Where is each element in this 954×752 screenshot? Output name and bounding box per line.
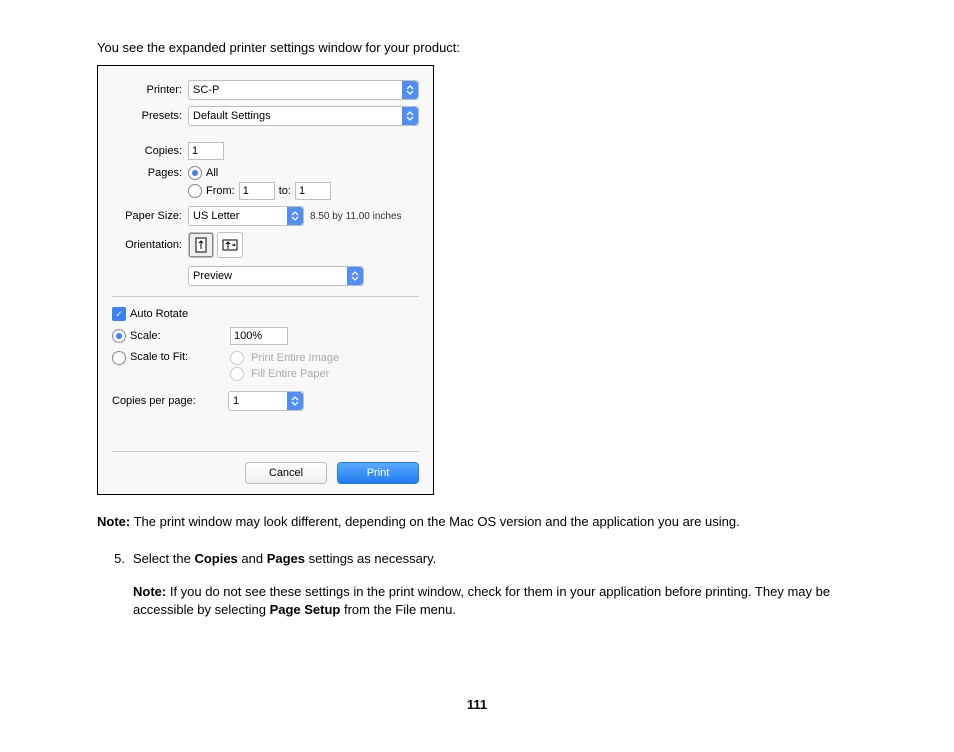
auto-rotate-checkbox[interactable]: ✓ — [112, 307, 126, 321]
papersize-info: 8.50 by 11.00 inches — [310, 211, 402, 222]
pages-from-radio[interactable] — [188, 184, 202, 198]
section-select[interactable]: Preview — [188, 266, 364, 286]
page-number: 111 — [97, 697, 857, 712]
chevron-updown-icon — [287, 392, 303, 410]
chevron-updown-icon — [402, 81, 418, 99]
presets-select[interactable]: Default Settings — [188, 106, 419, 126]
scale-label: Scale: — [130, 330, 230, 342]
fill-entire-paper-radio — [230, 367, 244, 381]
pages-from-label: From: — [206, 185, 235, 197]
print-button[interactable]: Print — [337, 462, 419, 484]
copies-label: Copies: — [112, 145, 182, 157]
scale-to-fit-label: Scale to Fit: — [130, 351, 230, 363]
pages-all-radio[interactable] — [188, 166, 202, 180]
pages-to-label: to: — [279, 185, 291, 197]
scale-radio[interactable] — [112, 329, 126, 343]
chevron-updown-icon — [287, 207, 303, 225]
step-number: 5. — [97, 549, 125, 637]
scale-input[interactable] — [230, 327, 288, 345]
papersize-select[interactable]: US Letter — [188, 206, 304, 226]
chevron-updown-icon — [402, 107, 418, 125]
auto-rotate-label: Auto Rotate — [130, 308, 188, 320]
pages-all-label: All — [206, 167, 218, 179]
presets-label: Presets: — [112, 110, 182, 122]
chevron-updown-icon — [347, 267, 363, 285]
pages-label: Pages: — [112, 167, 182, 179]
orientation-label: Orientation: — [112, 239, 182, 251]
cancel-button[interactable]: Cancel — [245, 462, 327, 484]
scale-to-fit-radio[interactable] — [112, 351, 126, 365]
print-entire-image-label: Print Entire Image — [251, 352, 339, 364]
landscape-icon — [222, 239, 238, 251]
step-text: Select the Copies and Pages settings as … — [133, 549, 857, 569]
orientation-portrait-button[interactable] — [188, 232, 214, 258]
fill-entire-paper-label: Fill Entire Paper — [251, 368, 329, 380]
note-2: Note: If you do not see these settings i… — [133, 583, 857, 619]
portrait-icon — [195, 237, 207, 253]
papersize-label: Paper Size: — [112, 210, 182, 222]
intro-text: You see the expanded printer settings wi… — [97, 40, 857, 55]
note-1: Note: The print window may look differen… — [97, 513, 857, 531]
print-entire-image-radio — [230, 351, 244, 365]
printer-label: Printer: — [112, 84, 182, 96]
pages-to-input[interactable] — [295, 182, 331, 200]
copies-input[interactable] — [188, 142, 224, 160]
pages-from-input[interactable] — [239, 182, 275, 200]
orientation-landscape-button[interactable] — [217, 232, 243, 258]
printer-select[interactable]: SC-P — [188, 80, 419, 100]
copies-per-page-select[interactable]: 1 — [228, 391, 304, 411]
copies-per-page-label: Copies per page: — [112, 395, 228, 407]
print-dialog-screenshot: Printer: SC-P Presets: Default Settings … — [97, 65, 434, 495]
